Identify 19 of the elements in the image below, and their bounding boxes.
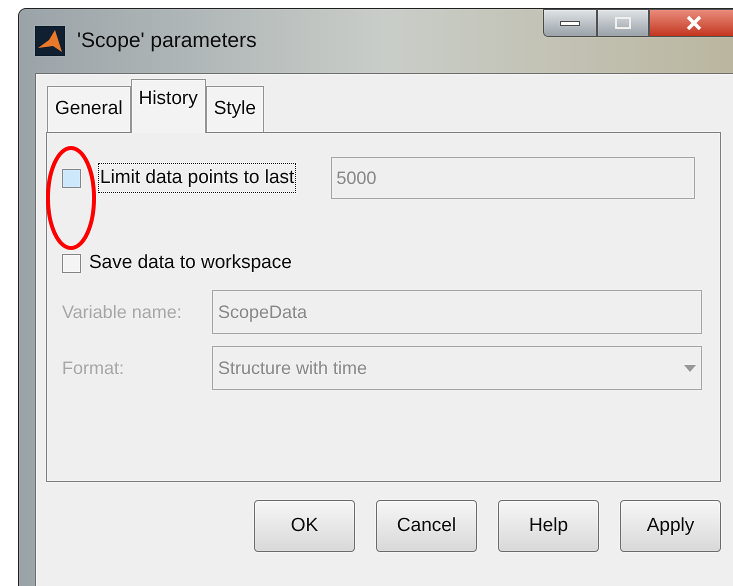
app-logo-icon bbox=[35, 26, 65, 56]
dialog-button[interactable]: Help bbox=[498, 500, 599, 552]
dropdown-arrow-icon bbox=[684, 364, 696, 372]
dialog-button[interactable]: Cancel bbox=[376, 500, 477, 552]
tab[interactable]: Style bbox=[206, 86, 264, 132]
field-label: Variable name: bbox=[62, 300, 183, 324]
checkbox-label[interactable]: Save data to workspace bbox=[89, 248, 292, 278]
close-icon bbox=[686, 16, 702, 30]
tab[interactable]: General bbox=[47, 86, 131, 132]
dropdown-value: Structure with time bbox=[218, 356, 368, 380]
maximize-button[interactable] bbox=[597, 9, 649, 37]
window-title: 'Scope' parameters bbox=[77, 28, 257, 54]
dialog-button[interactable]: OK bbox=[254, 500, 355, 552]
close-button[interactable] bbox=[649, 9, 733, 37]
checkbox[interactable] bbox=[62, 254, 81, 272]
dialog-button[interactable]: Apply bbox=[620, 500, 721, 552]
field-label: Format: bbox=[62, 356, 126, 380]
minimize-button[interactable] bbox=[543, 9, 597, 37]
tab[interactable]: History bbox=[130, 79, 206, 133]
